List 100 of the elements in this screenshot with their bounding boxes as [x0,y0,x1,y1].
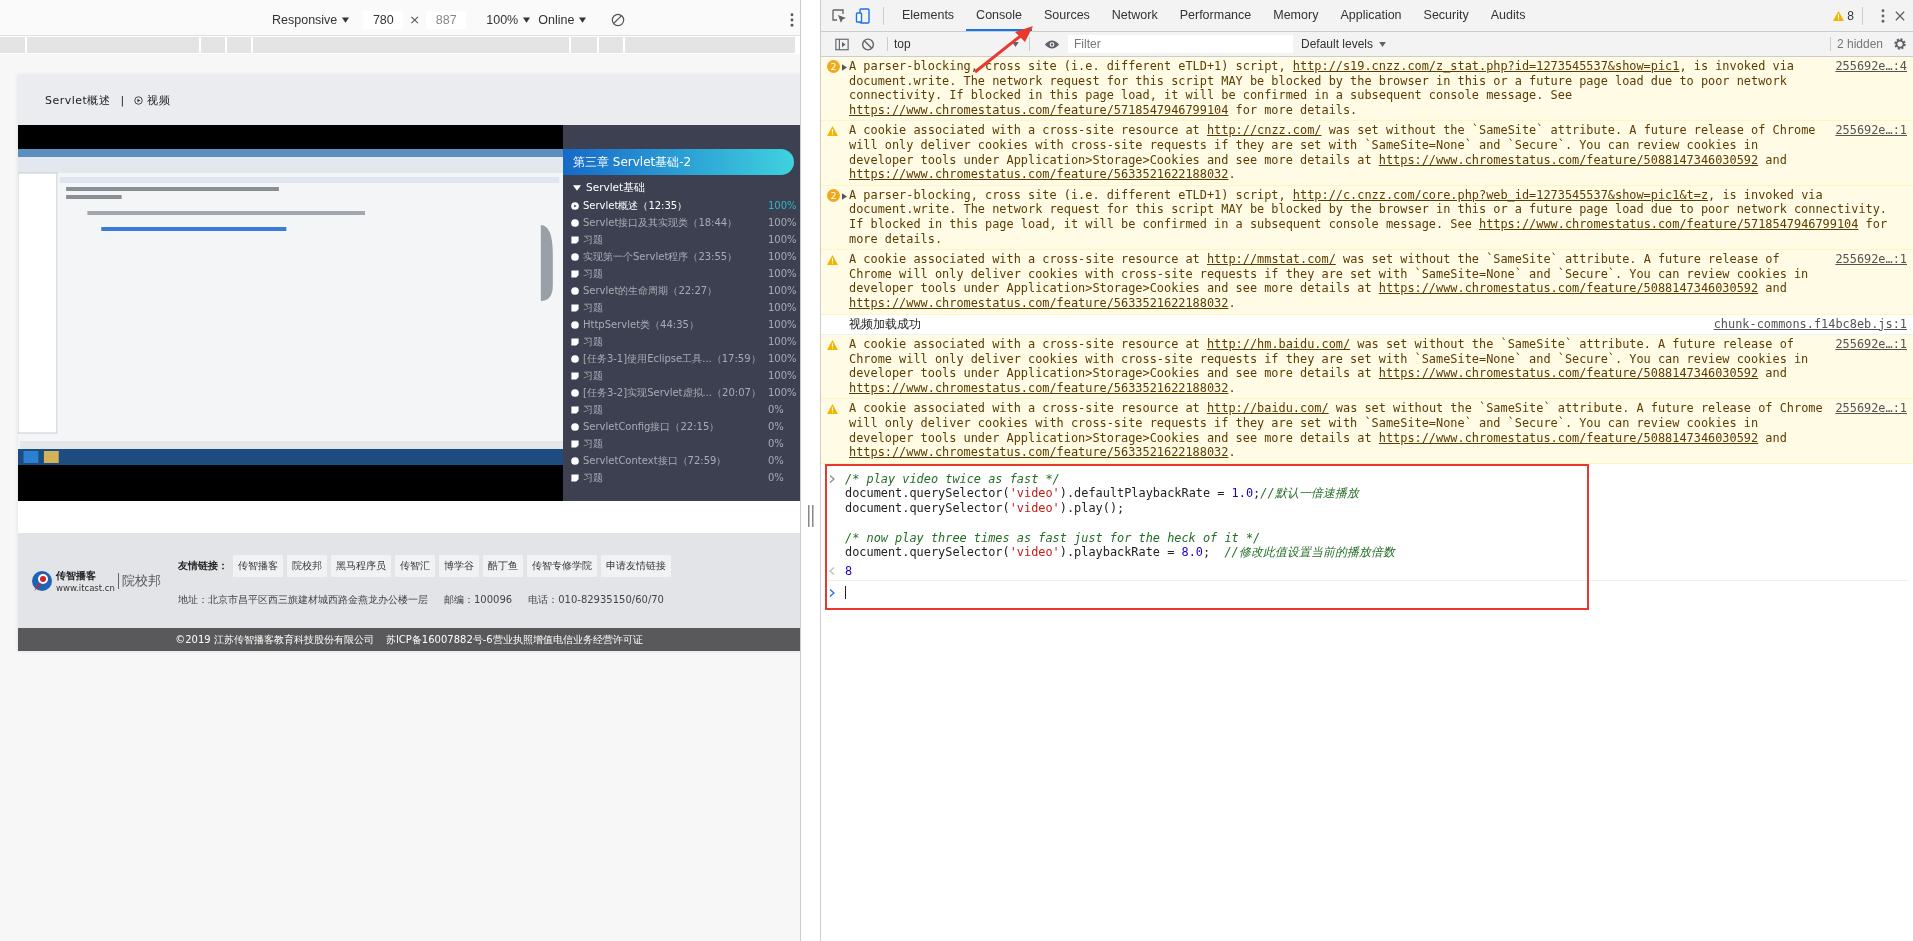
friend-link[interactable]: 黑马程序员 [331,554,391,577]
message-link[interactable]: https://www.chromestatus.com/feature/5088147346030592 [1378,430,1759,445]
play-icon [571,456,579,465]
friend-link[interactable]: 传智专修学院 [527,554,597,577]
lesson-item[interactable]: [任务3-2]实现Servlet虚拟...（20:07） [583,385,761,400]
eye-icon[interactable] [1044,38,1060,50]
log-levels-select[interactable]: Default levels [1301,37,1387,51]
document-icon [571,303,579,312]
source-link[interactable]: 255692e…:4 [1835,59,1907,74]
lesson-item[interactable]: 习题 [583,470,603,485]
code-line: document.querySelector('video').defaultPlaybackRate = 1.0;//默认一倍速播放 [845,486,1359,502]
lesson-item[interactable]: 习题 [583,300,603,315]
message-link[interactable]: http://hm.baidu.com/ [1206,337,1351,352]
lesson-item[interactable]: 习题 [583,402,603,417]
code-line: /* play video twice as fast */ [845,471,1060,487]
progress-label: 100% [768,336,798,347]
progress-label: 100% [768,200,798,211]
lesson-item[interactable]: 习题 [583,436,603,451]
settings-icon[interactable] [1893,37,1907,51]
filter-field[interactable]: Filter [1068,35,1293,53]
source-link[interactable]: 255692e…:1 [1835,252,1907,267]
more-options-icon[interactable] [790,12,794,27]
devtools-tab[interactable]: Elements [892,0,965,31]
sidebar-toggle-icon[interactable] [835,37,849,51]
device-select[interactable]: Responsive [272,12,338,27]
document-icon [571,405,579,414]
lesson-title: Servlet概述 [45,92,111,108]
devtools-tab[interactable]: Performance [1169,0,1262,31]
links-label: 友情链接： [178,558,228,573]
lesson-item[interactable]: [任务3-1]使用Eclipse工具...（17:59） [583,351,761,366]
message-link[interactable]: https://www.chromestatus.com/feature/5088147346030592 [1378,152,1759,167]
lesson-item[interactable]: HttpServlet类（44:35） [583,317,699,332]
width-field[interactable]: 780 [363,10,404,29]
console-message: A cookie associated with a cross-site resource at http://hm.baidu.com/ was set without the `SameSite` attribute. A future release of Chrome will only deliver cookies with cross-site requests if they are set with `SameSite=None` and `Secure`. You can review cookies in developer tools under Application>Storage>Cookies and see more details at https://www.chromestatus.com/feature/5088147346030592 and https://www.chromestatus.com/feature/5633521622188032. [849,337,1810,396]
friend-link[interactable]: 博学谷 [439,554,479,577]
warning-count[interactable]: 8 [1847,8,1854,23]
source-link[interactable]: 255692e…:1 [1835,123,1907,138]
message-link[interactable]: http://baidu.com/ [1206,401,1329,416]
section-title[interactable]: Servlet基础 [586,181,646,195]
lesson-item[interactable]: 习题 [583,266,603,281]
message-link[interactable]: https://www.chromestatus.com/feature/5633521622188032 [849,295,1229,310]
devtools-tab[interactable]: Memory [1263,0,1329,31]
warning-icon [827,255,838,266]
lesson-item[interactable]: Servlet接口及其实现类（18:44） [583,215,738,230]
resize-handle[interactable] [806,505,815,527]
copyright-text: ©2019 江苏传智播客教育科技股份有限公司 [175,632,374,647]
phone-text: 电话：010-82935150/60/70 [528,592,664,607]
device-toolbar-icon[interactable] [855,7,871,24]
lesson-item[interactable]: Servlet概述（12:35） [583,198,688,213]
height-field[interactable]: 887 [426,10,467,29]
network-select[interactable]: Online [538,12,575,27]
friend-link[interactable]: 院校邦 [287,554,327,577]
message-link[interactable]: https://www.chromestatus.com/feature/5718547946799104 [1479,216,1859,231]
lesson-item[interactable]: 习题 [583,334,603,349]
devtools-tab[interactable]: Audits [1480,0,1536,31]
partner-logo: 院校邦 [121,571,161,590]
lesson-item[interactable]: ServletConfig接口（22:15） [583,419,720,434]
message-link[interactable]: https://www.chromestatus.com/feature/5633521622188032 [849,167,1229,182]
more-options-icon[interactable] [1881,8,1885,23]
lesson-item[interactable]: ServletContext接口（72:59） [583,453,727,468]
video-tab[interactable]: 视频 [147,92,171,108]
code-line: /* now play three times as fast just for the heck of it */ [845,530,1261,546]
message-link[interactable]: http://s19.cnzz.com/z_stat.php?id=1273545537&show=pic1 [1292,59,1680,73]
friend-link[interactable]: 传智汇 [395,554,435,577]
clear-console-icon[interactable] [861,37,875,51]
friend-link[interactable]: 酷丁鱼 [483,554,523,577]
source-link[interactable]: chunk-commons.f14bc8eb.js:1 [1713,316,1907,332]
friend-link[interactable]: 传智播客 [233,554,283,577]
message-link[interactable]: https://www.chromestatus.com/feature/5718547946799104 [849,102,1229,117]
lesson-item[interactable]: 习题 [583,232,603,247]
lesson-item[interactable]: Servlet的生命周期（22:27） [583,283,718,298]
expand-arrow-icon[interactable] [842,192,847,200]
inspect-icon[interactable] [831,7,847,24]
caret-icon [1012,41,1019,47]
message-link[interactable]: https://www.chromestatus.com/feature/5088147346030592 [1378,366,1759,381]
devtools-tab[interactable]: Sources [1034,0,1100,31]
source-link[interactable]: 255692e…:1 [1835,337,1907,352]
lesson-item[interactable]: 实现第一个Servlet程序（23:55） [583,249,738,264]
message-link[interactable]: http://cnzz.com/ [1206,123,1322,138]
warning-icon [827,404,838,415]
message-link[interactable]: https://www.chromestatus.com/feature/5633521622188032 [849,445,1229,460]
progress-label: 100% [768,217,798,228]
devtools-tab[interactable]: Network [1101,0,1168,31]
rotate-icon[interactable] [611,12,626,27]
devtools-tab[interactable]: Security [1413,0,1479,31]
devtools-tab[interactable]: Application [1330,0,1412,31]
zoom-select[interactable]: 100% [486,12,519,27]
logo-icon [30,568,54,593]
friend-link[interactable]: 申请友情链接 [601,554,671,577]
context-select[interactable]: top [894,37,1023,51]
message-link[interactable]: https://www.chromestatus.com/feature/5633521622188032 [849,380,1229,395]
close-icon[interactable] [1895,10,1905,21]
message-link[interactable]: http://c.cnzz.com/core.php?web_id=1273545537&show=pic1&t=z [1292,187,1709,202]
message-link[interactable]: http://mmstat.com/ [1206,252,1336,267]
message-link[interactable]: https://www.chromestatus.com/feature/5088147346030592 [1378,281,1759,296]
expand-arrow-icon[interactable] [842,64,847,71]
source-link[interactable]: 255692e…:1 [1835,401,1907,417]
console-message: 视频加载成功 [849,316,922,332]
lesson-item[interactable]: 习题 [583,368,603,383]
expand-arrow-icon[interactable] [573,185,581,191]
